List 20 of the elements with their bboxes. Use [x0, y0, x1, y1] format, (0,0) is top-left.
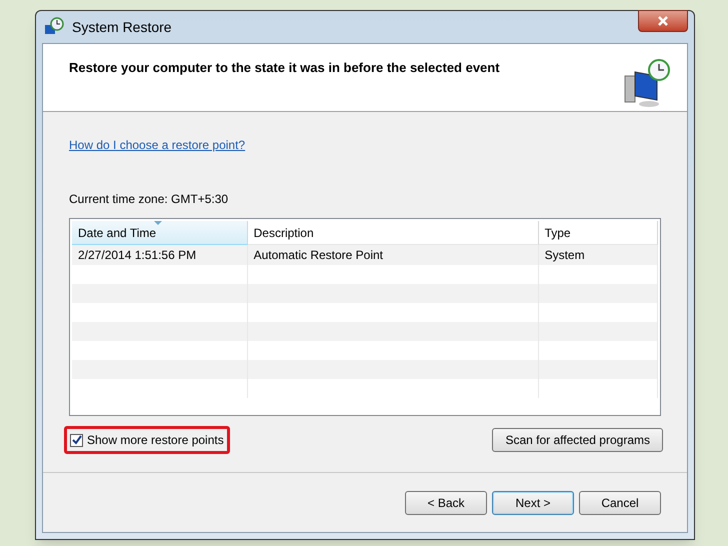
dialog-heading: Restore your computer to the state it was in before the selected event [69, 59, 500, 77]
dialog-button[interactable]: Cancel [579, 490, 661, 514]
checkbox[interactable] [70, 434, 83, 446]
scan-button[interactable]: Scan for affected programs [492, 428, 663, 452]
column-header[interactable]: Type [538, 221, 658, 245]
column-header[interactable]: Description [248, 221, 539, 245]
close-button[interactable] [638, 10, 688, 32]
restore-clock-icon [44, 17, 64, 37]
checkbox-label: Show more restore points [87, 432, 224, 449]
checkmark-icon [72, 435, 82, 445]
dialog-button[interactable]: Next > [492, 490, 574, 514]
column-header[interactable]: Date and Time [72, 221, 248, 245]
help-link[interactable]: How do I choose a restore point? [69, 136, 246, 154]
show-more-checkbox-row[interactable]: Show more restore points [64, 426, 230, 454]
window-title: System Restore [72, 18, 172, 37]
close-icon [657, 16, 669, 26]
table-row[interactable]: 2/27/2014 1:51:56 PM Automatic Restore Point System [72, 245, 658, 265]
time-zone-label: Current time zone: GMT+5:30 [69, 191, 230, 208]
dialog-button[interactable]: < Back [405, 490, 487, 514]
sort-arrow-icon [154, 221, 162, 226]
